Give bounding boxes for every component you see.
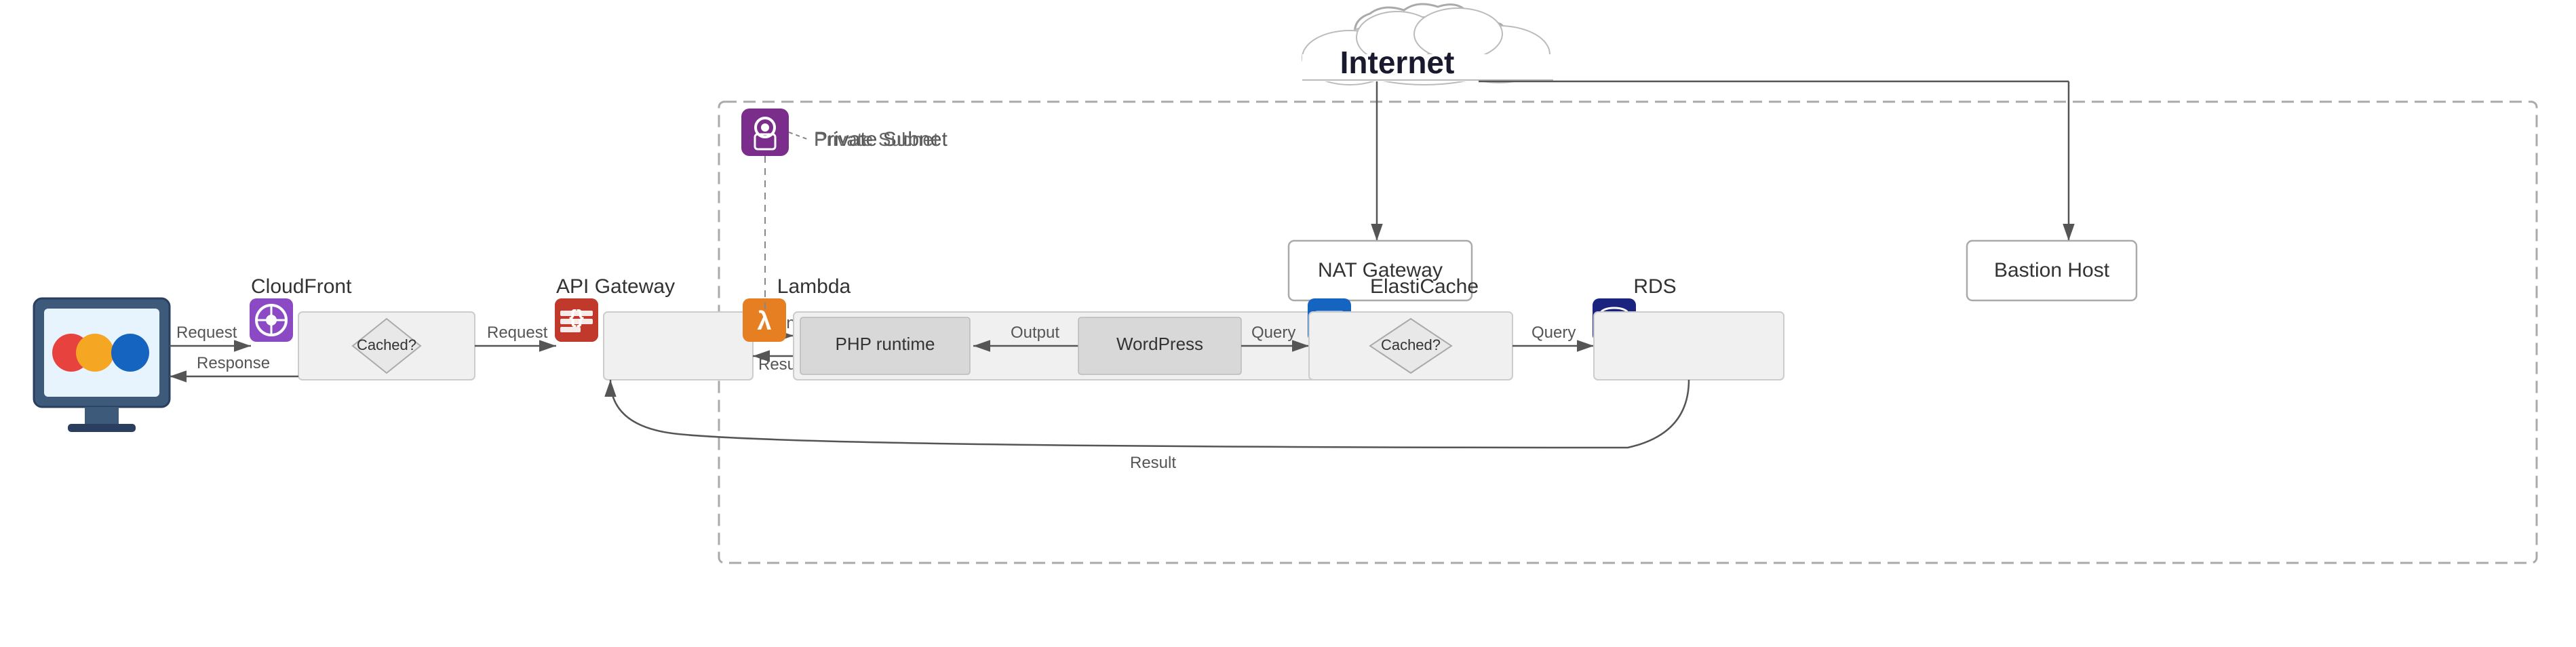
arrow-request2-label: Request: [487, 324, 548, 342]
secret-manager-icon: [741, 109, 789, 156]
cached2-label: Cached?: [1381, 336, 1441, 353]
cloudfront-icon: [250, 298, 293, 342]
rds-label: RDS: [1633, 275, 1676, 298]
cloudfront-label: CloudFront: [251, 275, 352, 298]
api-gateway-icon2: {}: [555, 298, 598, 342]
php-runtime-label: PHP runtime: [836, 334, 935, 354]
svg-text:{}: {}: [569, 306, 584, 327]
elasticache-label: ElastiCache: [1370, 275, 1479, 298]
arrow-response-label: Response: [197, 354, 270, 372]
private-subnet-text: Private Subnet: [814, 129, 939, 150]
cached1-label: Cached?: [357, 336, 416, 353]
arrow-result-bottom-label: Result: [1130, 454, 1176, 472]
rds-box: [1594, 312, 1784, 380]
api-gateway-label: API Gateway: [556, 275, 675, 298]
arrow-query1-label: Query: [1251, 324, 1295, 342]
api-gateway-box: [604, 312, 753, 380]
arrow-output-label: Output: [1011, 324, 1059, 342]
diagram-container: Private Subnet Internet Internet NAT Gat…: [0, 0, 2576, 647]
lambda-label: Lambda: [777, 275, 851, 298]
svg-text:λ: λ: [757, 307, 771, 336]
arrow-query2-label: Query: [1531, 324, 1576, 342]
wordpress-label: WordPress: [1116, 334, 1203, 354]
arrow-request1-label: Request: [176, 324, 237, 342]
bastion-host-label: Bastion Host: [1994, 259, 2110, 281]
svg-text:Internet: Internet: [1340, 45, 1455, 80]
